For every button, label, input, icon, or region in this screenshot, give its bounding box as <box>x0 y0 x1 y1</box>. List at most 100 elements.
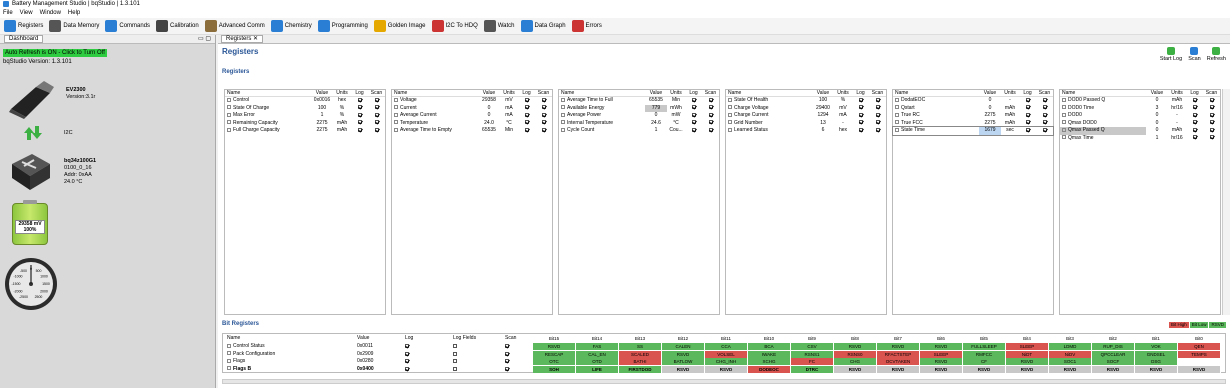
expand-icon[interactable] <box>227 343 231 348</box>
scan-checkbox[interactable] <box>708 120 713 125</box>
scan-checkbox[interactable] <box>374 120 379 125</box>
log-fields-checkbox[interactable] <box>453 366 457 371</box>
expand-icon[interactable] <box>1062 112 1066 117</box>
vertical-scrollbar[interactable] <box>1222 89 1230 315</box>
log-checkbox[interactable] <box>405 366 409 371</box>
register-row[interactable]: Average Current 0 mA <box>392 112 552 120</box>
log-checkbox[interactable] <box>524 127 529 132</box>
log-checkbox[interactable] <box>1192 120 1197 125</box>
expand-icon[interactable] <box>561 127 565 132</box>
menu-window[interactable]: Window <box>40 9 61 18</box>
log-checkbox[interactable] <box>858 120 863 125</box>
log-checkbox[interactable] <box>357 97 362 102</box>
expand-icon[interactable] <box>1062 135 1066 140</box>
scan-checkbox[interactable] <box>1042 97 1047 102</box>
register-row[interactable]: Learned Status 6 hex <box>726 127 886 135</box>
expand-icon[interactable] <box>227 127 231 132</box>
register-row[interactable]: True FCC 2275 mAh <box>893 120 1053 128</box>
scan-checkbox[interactable] <box>374 127 379 132</box>
register-row[interactable]: DodatEOC 0 - <box>893 97 1053 105</box>
register-row[interactable]: Qmax DOD0 0 - <box>1060 120 1220 128</box>
scan-checkbox[interactable] <box>875 112 880 117</box>
scan-checkbox[interactable] <box>708 127 713 132</box>
menu-file[interactable]: File <box>3 9 13 18</box>
register-row[interactable]: Full Charge Capacity 2275 mAh <box>225 127 385 135</box>
log-fields-checkbox[interactable] <box>453 344 457 348</box>
expand-icon[interactable] <box>561 112 565 117</box>
register-row[interactable]: Remaining Capacity 2275 mAh <box>225 120 385 128</box>
register-row[interactable]: Current 0 mA <box>392 105 552 113</box>
scan-checkbox[interactable] <box>1209 105 1214 110</box>
log-checkbox[interactable] <box>1025 127 1030 132</box>
log-checkbox[interactable] <box>524 112 529 117</box>
register-row[interactable]: Max Error 1% <box>225 112 385 120</box>
register-row[interactable]: Average Time to Full 65535 Min <box>559 97 719 105</box>
expand-icon[interactable] <box>394 112 398 117</box>
scan-checkbox[interactable] <box>708 105 713 110</box>
scan-checkbox[interactable] <box>1042 112 1047 117</box>
tab-registers[interactable]: Registers ✕ <box>221 35 264 43</box>
scan-checkbox[interactable] <box>541 127 546 132</box>
register-row[interactable]: Charge Current 1294 mA <box>726 112 886 120</box>
register-row[interactable]: Qstart 0 mAh <box>893 105 1053 113</box>
scan-checkbox[interactable] <box>541 97 546 102</box>
register-row[interactable]: DOD0 Time 3 hr/16 <box>1060 105 1220 113</box>
scan-checkbox[interactable] <box>1042 105 1047 110</box>
expand-icon[interactable] <box>728 112 732 117</box>
scan-checkbox[interactable] <box>374 112 379 117</box>
horizontal-scrollbar[interactable] <box>222 379 1226 384</box>
toolbar-data-memory-button[interactable]: Data Memory <box>49 20 99 32</box>
scan-checkbox[interactable] <box>875 120 880 125</box>
expand-icon[interactable] <box>895 97 899 102</box>
menu-help[interactable]: Help <box>68 9 80 18</box>
log-checkbox[interactable] <box>1192 127 1197 132</box>
toolbar-calibration-button[interactable]: Calibration <box>156 20 199 32</box>
scan-checkbox[interactable] <box>1209 127 1214 132</box>
toolbar-golden-image-button[interactable]: Golden Image <box>373 20 426 32</box>
log-checkbox[interactable] <box>1192 105 1197 110</box>
expand-icon[interactable] <box>895 112 899 117</box>
expand-icon[interactable] <box>1062 127 1066 132</box>
expand-icon[interactable] <box>1062 120 1066 125</box>
register-row[interactable]: State Of Health 100% <box>726 97 886 105</box>
log-checkbox[interactable] <box>691 120 696 125</box>
register-row[interactable]: DOD0 Passed Q 0 mAh <box>1060 97 1220 105</box>
scan-checkbox[interactable] <box>505 351 509 356</box>
scan-checkbox[interactable] <box>708 112 713 117</box>
log-checkbox[interactable] <box>524 120 529 125</box>
expand-icon[interactable] <box>227 358 231 363</box>
log-checkbox[interactable] <box>405 344 409 348</box>
register-row[interactable]: State Of Charge 100% <box>225 105 385 113</box>
log-checkbox[interactable] <box>1192 135 1197 140</box>
log-checkbox[interactable] <box>858 112 863 117</box>
expand-icon[interactable] <box>895 127 899 132</box>
log-checkbox[interactable] <box>691 127 696 132</box>
log-checkbox[interactable] <box>357 120 362 125</box>
bit-register-row[interactable]: Pack Configuration 0x2909 RESCAP CAL_EN SCAL… <box>223 350 1227 358</box>
log-checkbox[interactable] <box>524 97 529 102</box>
scan-checkbox[interactable] <box>875 97 880 102</box>
expand-icon[interactable] <box>394 120 398 125</box>
expand-icon[interactable] <box>561 105 565 110</box>
expand-icon[interactable] <box>895 105 899 110</box>
register-row[interactable]: DOD0 0 - <box>1060 112 1220 120</box>
expand-icon[interactable] <box>1062 105 1066 110</box>
scan-checkbox[interactable] <box>541 105 546 110</box>
expand-icon[interactable] <box>227 366 231 371</box>
log-checkbox[interactable] <box>858 105 863 110</box>
toolbar-advanced-comm-button[interactable]: Advanced Comm <box>204 20 265 32</box>
log-checkbox[interactable] <box>1192 97 1197 102</box>
expand-icon[interactable] <box>728 97 732 102</box>
register-row[interactable]: Temperature 24.0 °C <box>392 120 552 128</box>
log-checkbox[interactable] <box>1025 120 1030 125</box>
log-checkbox[interactable] <box>1025 97 1030 102</box>
expand-icon[interactable] <box>728 105 732 110</box>
scan-checkbox[interactable] <box>505 366 509 371</box>
bit-register-row[interactable]: Flags B 0x0400 SOH LIFE FIRSTDOD RSVD RSVD DODE… <box>223 365 1227 373</box>
register-row[interactable]: State Time 1679 sec <box>892 126 1054 136</box>
start-log-button[interactable]: Start Log <box>1160 47 1182 62</box>
scan-button[interactable]: Scan <box>1188 47 1201 62</box>
expand-icon[interactable] <box>394 97 398 102</box>
log-checkbox[interactable] <box>357 127 362 132</box>
bit-register-row[interactable]: Control Status 0x0011 RSVD FAS SS CALEN CCA BCA… <box>223 343 1227 350</box>
